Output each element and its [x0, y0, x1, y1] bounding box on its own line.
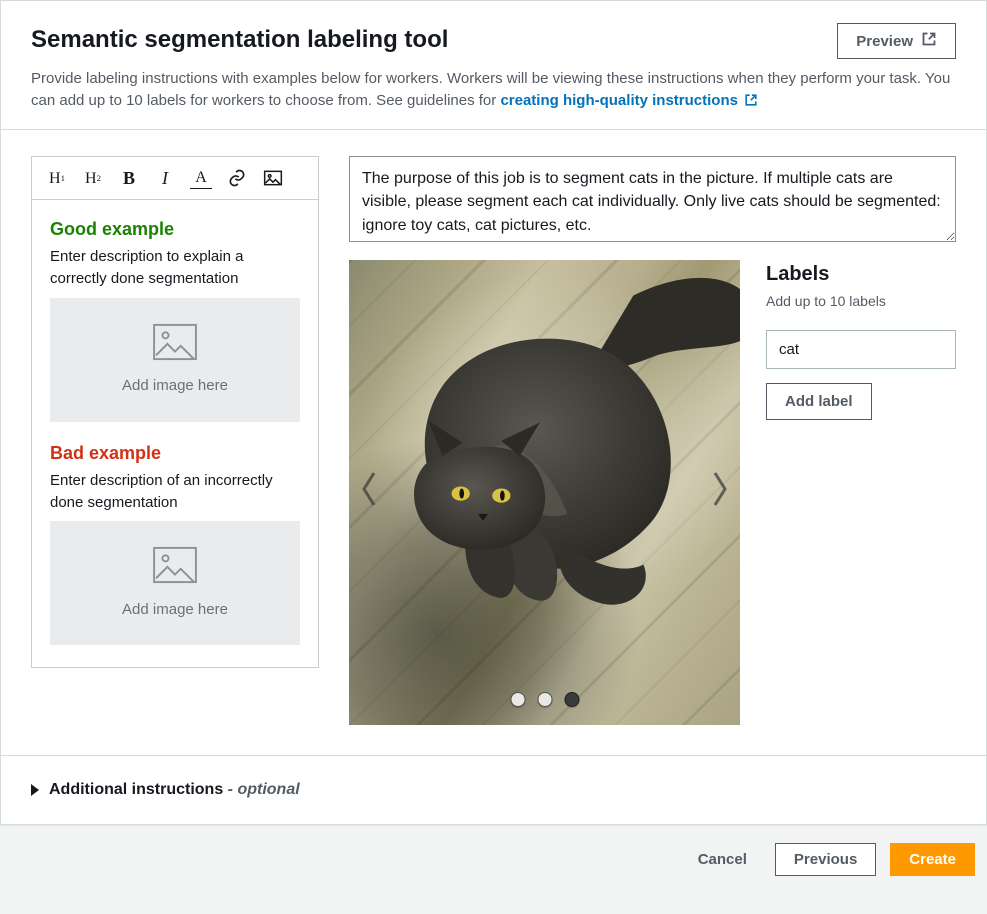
labels-heading: Labels	[766, 260, 956, 289]
italic-tool[interactable]: I	[154, 167, 176, 189]
chevron-left-icon	[358, 469, 380, 516]
sample-image	[349, 260, 740, 725]
header-description-text: Provide labeling instructions with examp…	[31, 70, 950, 109]
carousel-dot-3[interactable]	[564, 692, 579, 707]
bold-tool[interactable]: B	[118, 167, 140, 189]
editor-toolbar: H1 H2 B I A	[32, 157, 318, 200]
carousel-prev-button[interactable]	[351, 465, 387, 521]
carousel-dots	[510, 692, 579, 707]
bad-example-heading: Bad example	[50, 440, 300, 466]
chevron-right-icon	[709, 469, 731, 516]
image-placeholder-icon	[152, 323, 198, 368]
cancel-button[interactable]: Cancel	[684, 843, 761, 876]
examples-editor: H1 H2 B I A	[31, 156, 319, 668]
optional-tag: - optional	[228, 781, 300, 798]
external-link-icon	[742, 92, 758, 109]
label-input[interactable]: cat	[766, 330, 956, 370]
good-example-drop-text: Add image here	[122, 375, 228, 397]
text-color-tool[interactable]: A	[190, 167, 212, 189]
bad-example-drop-text: Add image here	[122, 599, 228, 621]
good-example-image-drop[interactable]: Add image here	[50, 298, 300, 422]
image-tool[interactable]	[262, 167, 284, 189]
bad-example-desc[interactable]: Enter description of an incorrectly done…	[50, 470, 300, 514]
bad-example-image-drop[interactable]: Add image here	[50, 521, 300, 645]
preview-button-label: Preview	[856, 33, 913, 50]
wizard-footer: Cancel Previous Create	[0, 825, 987, 894]
h1-tool[interactable]: H1	[46, 167, 68, 189]
external-link-icon	[921, 31, 937, 51]
additional-instructions-label: Additional instructions - optional	[49, 778, 300, 801]
good-example-heading: Good example	[50, 216, 300, 242]
image-placeholder-icon	[152, 546, 198, 591]
link-tool[interactable]	[226, 167, 248, 189]
header-description: Provide labeling instructions with examp…	[31, 68, 956, 112]
carousel-dot-1[interactable]	[510, 692, 525, 707]
guidelines-link-text: creating high-quality instructions	[500, 92, 738, 109]
caret-right-icon	[31, 784, 39, 796]
preview-button[interactable]: Preview	[837, 23, 956, 59]
guidelines-link[interactable]: creating high-quality instructions	[500, 92, 758, 109]
instructions-textarea[interactable]	[349, 156, 956, 242]
good-example-desc[interactable]: Enter description to explain a correctly…	[50, 246, 300, 290]
carousel-dot-2[interactable]	[537, 692, 552, 707]
add-label-button[interactable]: Add label	[766, 383, 872, 420]
page-title: Semantic segmentation labeling tool	[31, 23, 448, 58]
image-carousel	[349, 260, 740, 725]
previous-button[interactable]: Previous	[775, 843, 876, 876]
labels-hint: Add up to 10 labels	[766, 291, 956, 311]
additional-instructions-toggle[interactable]: Additional instructions - optional	[31, 778, 956, 801]
h2-tool[interactable]: H2	[82, 167, 104, 189]
create-button[interactable]: Create	[890, 843, 975, 876]
carousel-next-button[interactable]	[702, 465, 738, 521]
labels-panel: Labels Add up to 10 labels cat Add label	[766, 260, 956, 420]
